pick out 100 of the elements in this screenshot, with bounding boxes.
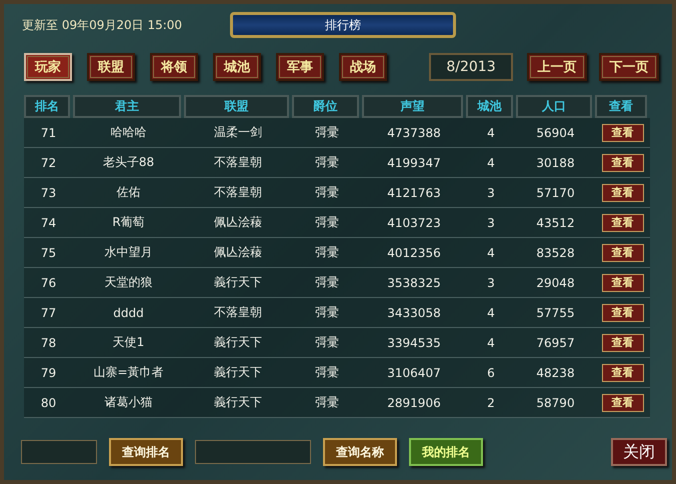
table-cell-text: 4 xyxy=(486,246,496,260)
table-cell-text: 71 xyxy=(40,126,58,140)
table-cell-text: 彁彚 xyxy=(314,334,340,351)
table-cell-text: 佩亾浍薐 xyxy=(213,214,263,231)
column-header: 爵位 xyxy=(292,95,359,118)
column-header: 排名 xyxy=(24,95,70,118)
table-cell-text: R葡萄 xyxy=(111,214,146,231)
close-button[interactable]: 关闭 xyxy=(611,438,667,466)
table-cell-text: 3 xyxy=(486,216,496,230)
column-header: 城池 xyxy=(466,95,513,118)
input-field[interactable] xyxy=(195,440,311,464)
view-button[interactable]: 查看 xyxy=(602,154,644,172)
table-cell-text: 彁彚 xyxy=(314,154,340,171)
table-cell-text: 48238 xyxy=(535,366,576,380)
table-cell-text: 彁彚 xyxy=(314,304,340,321)
view-button[interactable]: 查看 xyxy=(602,184,644,202)
table-cell-text: 義行天下 xyxy=(213,334,263,351)
search-button[interactable]: 查询名称 xyxy=(323,438,397,466)
table-cell-text: 4 xyxy=(486,156,496,170)
table-cell-text: 哈哈哈 xyxy=(110,124,148,141)
column-header: 声望 xyxy=(362,95,463,118)
table-cell-text: 義行天下 xyxy=(213,274,263,291)
column-header: 君主 xyxy=(73,95,181,118)
table-cell-text: 2891906 xyxy=(386,396,442,410)
tab[interactable]: 军事 xyxy=(276,53,324,81)
column-header: 查看 xyxy=(595,95,647,118)
table-cell-text: 彁彚 xyxy=(314,124,340,141)
table-cell-text: 73 xyxy=(40,186,58,200)
view-button[interactable]: 查看 xyxy=(602,364,644,382)
tab[interactable]: 联盟 xyxy=(87,53,135,81)
table-cell-text: 79 xyxy=(40,366,58,380)
window-title: 排行榜 xyxy=(230,12,456,38)
table-cell-text: 佐佑 xyxy=(116,184,142,201)
tab[interactable]: 玩家 xyxy=(24,53,72,81)
table-cell-text: 76957 xyxy=(535,336,576,350)
table-cell-text: 天堂的狼 xyxy=(104,274,154,291)
table-cell-text: 彁彚 xyxy=(314,214,340,231)
table-cell-text: 義行天下 xyxy=(213,364,263,381)
view-button[interactable]: 查看 xyxy=(602,334,644,352)
table-cell-text: 76 xyxy=(40,276,58,290)
table-cell-text: 4103723 xyxy=(386,216,442,230)
update-time: 更新至 09年09月20日 15:00 xyxy=(22,16,182,34)
table-cell-text: 3 xyxy=(486,276,496,290)
table-cell-text: 57755 xyxy=(535,306,576,320)
table-cell-text: 彁彚 xyxy=(314,364,340,381)
page-button[interactable]: 下一页 xyxy=(599,53,659,81)
table-cell-text: 3433058 xyxy=(386,306,442,320)
view-button[interactable]: 查看 xyxy=(602,124,644,142)
table-cell-text: 77 xyxy=(40,306,58,320)
table-cell-text: 43512 xyxy=(535,216,576,230)
table-cell-text: 彁彚 xyxy=(314,184,340,201)
tab[interactable]: 将领 xyxy=(150,53,198,81)
column-header: 联盟 xyxy=(184,95,289,118)
table-cell-text: 3394535 xyxy=(386,336,442,350)
table-cell-text: 29048 xyxy=(535,276,576,290)
view-button[interactable]: 查看 xyxy=(602,244,644,262)
table-cell-text: 诸葛小猫 xyxy=(104,394,154,411)
table-cell-text: 6 xyxy=(486,366,496,380)
table-cell-text: 不落皇朝 xyxy=(213,154,263,171)
table-cell-text: 彁彚 xyxy=(314,274,340,291)
table-cell-text: 温柔一剑 xyxy=(213,124,263,141)
my-rank-button[interactable]: 我的排名 xyxy=(409,438,483,466)
search-button[interactable]: 查询排名 xyxy=(109,438,183,466)
table-cell-text: 56904 xyxy=(535,126,576,140)
table-cell-text: 74 xyxy=(40,216,58,230)
table-cell-text: 3538325 xyxy=(386,276,442,290)
table-cell-text: 78 xyxy=(40,336,58,350)
view-button[interactable]: 查看 xyxy=(602,304,644,322)
table-cell-text: 2 xyxy=(486,396,496,410)
view-button[interactable]: 查看 xyxy=(602,394,644,412)
tab[interactable]: 战场 xyxy=(339,53,387,81)
table-cell-text: 4 xyxy=(486,306,496,320)
table-cell-text: 75 xyxy=(40,246,58,260)
page-button[interactable]: 上一页 xyxy=(527,53,587,81)
table-cell-text: 58790 xyxy=(535,396,576,410)
table-cell-text: 彁彚 xyxy=(314,244,340,261)
table-cell-text: 4012356 xyxy=(386,246,442,260)
table-cell-text: 72 xyxy=(40,156,58,170)
table-cell-text: 水中望月 xyxy=(104,244,154,261)
table-cell-text: 不落皇朝 xyxy=(213,304,263,321)
table-cell-text: 4737388 xyxy=(386,126,442,140)
table-cell-text: 老头子88 xyxy=(102,154,156,171)
table-cell-text: 3 xyxy=(486,186,496,200)
table-cell-text: 57170 xyxy=(535,186,576,200)
table-cell-text: 天使1 xyxy=(112,334,146,351)
table-cell-text: 不落皇朝 xyxy=(213,184,263,201)
table-cell-text: 佩亾浍薐 xyxy=(213,244,263,261)
table-cell-text: 30188 xyxy=(535,156,576,170)
table-cell-text: 4 xyxy=(486,126,496,140)
tab[interactable]: 城池 xyxy=(213,53,261,81)
page-indicator: 8/2013 xyxy=(429,53,513,81)
input-field[interactable] xyxy=(21,440,97,464)
table-cell-text: 83528 xyxy=(535,246,576,260)
view-button[interactable]: 查看 xyxy=(602,214,644,232)
table-cell-text: 3106407 xyxy=(386,366,442,380)
table-cell-text: 4121763 xyxy=(386,186,442,200)
table-cell-text: 4 xyxy=(486,336,496,350)
table-cell-text: 彁彚 xyxy=(314,394,340,411)
view-button[interactable]: 查看 xyxy=(602,274,644,292)
table-cell-text: 山寨=黃巾者 xyxy=(92,364,165,381)
